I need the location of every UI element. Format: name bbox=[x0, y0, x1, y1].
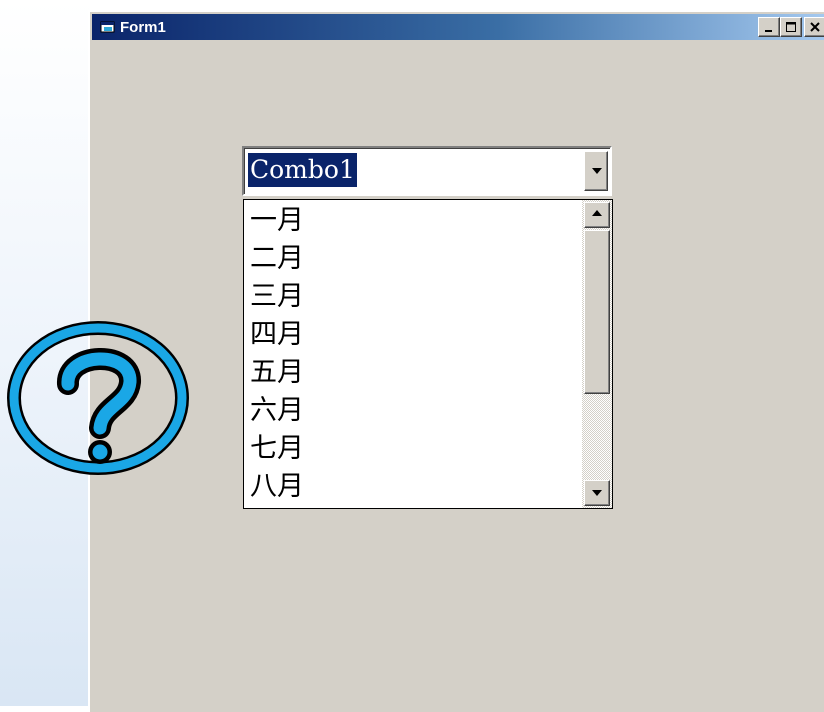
minimize-button[interactable] bbox=[758, 17, 780, 37]
list-item[interactable]: 八月 bbox=[250, 468, 580, 506]
form-app-icon bbox=[100, 21, 115, 33]
list-item[interactable]: 五月 bbox=[250, 354, 580, 392]
list-item[interactable]: 四月 bbox=[250, 316, 580, 354]
list-item[interactable]: 二月 bbox=[250, 240, 580, 278]
combo-items: 一月 二月 三月 四月 五月 六月 七月 八月 bbox=[250, 202, 580, 506]
combo-box[interactable]: Combo1 bbox=[242, 146, 612, 196]
list-item[interactable]: 六月 bbox=[250, 392, 580, 430]
list-item[interactable]: 七月 bbox=[250, 430, 580, 468]
combo-dropdown-button[interactable] bbox=[584, 151, 608, 191]
window-title: Form1 bbox=[120, 18, 166, 36]
title-bar[interactable]: Form1 bbox=[92, 14, 824, 40]
close-button[interactable] bbox=[804, 17, 824, 37]
close-icon bbox=[810, 22, 820, 32]
maximize-icon bbox=[786, 22, 796, 32]
combo-text[interactable]: Combo1 bbox=[248, 153, 357, 187]
scrollbar-thumb[interactable] bbox=[584, 230, 610, 394]
maximize-button[interactable] bbox=[780, 17, 802, 37]
list-item[interactable]: 三月 bbox=[250, 278, 580, 316]
list-item[interactable]: 一月 bbox=[250, 202, 580, 240]
form-window: Form1 Combo1 一月 二月 三月 四月 五月 六月 七月 八月 bbox=[88, 10, 824, 712]
scroll-down-button[interactable] bbox=[584, 480, 610, 506]
arrow-down-icon bbox=[592, 490, 602, 496]
caption-buttons bbox=[758, 17, 824, 37]
chevron-down-icon bbox=[592, 168, 602, 174]
scroll-up-button[interactable] bbox=[584, 202, 610, 228]
question-mark-icon bbox=[7, 321, 189, 475]
arrow-up-icon bbox=[592, 210, 602, 216]
combo-dropdown-list[interactable]: 一月 二月 三月 四月 五月 六月 七月 八月 bbox=[243, 199, 613, 509]
vertical-scrollbar[interactable] bbox=[582, 200, 612, 508]
minimize-icon bbox=[765, 30, 772, 32]
